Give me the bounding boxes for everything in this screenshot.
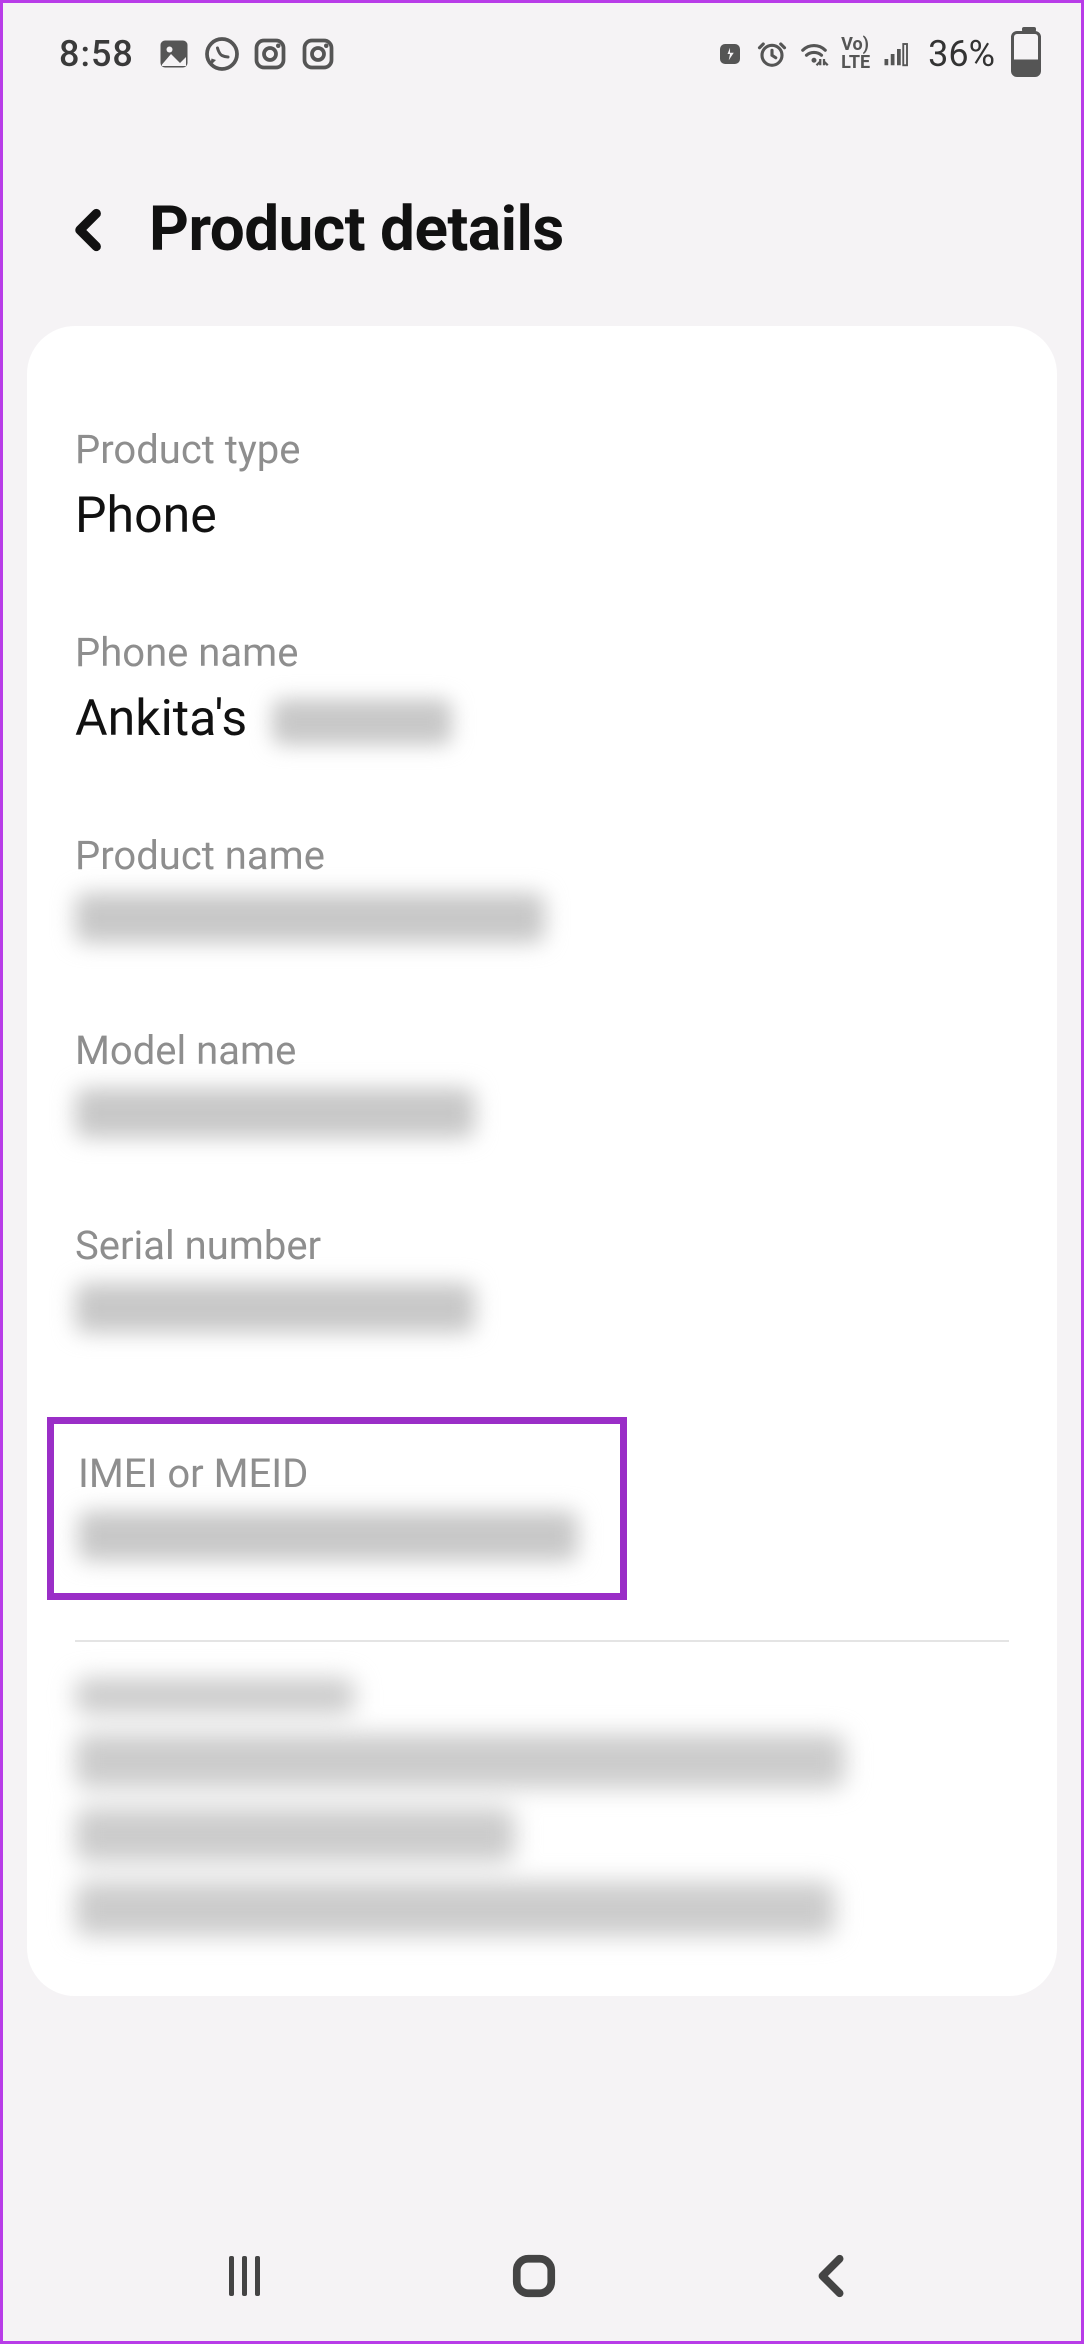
- divider: [75, 1640, 1009, 1642]
- back-icon[interactable]: [67, 208, 111, 252]
- row-product-name[interactable]: Product name: [75, 832, 1009, 1027]
- imei-highlight[interactable]: IMEI or MEID: [47, 1417, 627, 1600]
- value-product-type: Phone: [75, 487, 1009, 545]
- signal-icon: [882, 39, 912, 69]
- volte-icon: Vo)LTE: [841, 36, 870, 72]
- redacted-model-name: [75, 1088, 475, 1138]
- label-model-name: Model name: [75, 1027, 1009, 1074]
- status-right: Vo)LTE 36%: [715, 31, 1041, 77]
- value-phone-name-text: Ankita's: [75, 690, 247, 748]
- status-time: 8:58: [59, 33, 134, 75]
- battery-percent: 36%: [928, 33, 995, 75]
- row-model-name[interactable]: Model name: [75, 1027, 1009, 1222]
- nav-recents-icon[interactable]: [229, 2256, 260, 2296]
- label-imei: IMEI or MEID: [78, 1450, 596, 1497]
- whatsapp-icon: [204, 36, 240, 72]
- instagram-icon: [252, 36, 288, 72]
- specs-redacted: [75, 1678, 1009, 1936]
- redacted-product-name: [75, 893, 545, 943]
- nav-bar: [3, 2211, 1081, 2341]
- label-product-type: Product type: [75, 426, 1009, 473]
- row-phone-name[interactable]: Phone name Ankita's: [75, 629, 1009, 832]
- row-product-type[interactable]: Product type Phone: [75, 426, 1009, 629]
- instagram-icon: [300, 36, 336, 72]
- header: Product details: [3, 93, 1081, 326]
- nav-back-icon[interactable]: [809, 2253, 855, 2299]
- gallery-icon: [156, 36, 192, 72]
- label-phone-name: Phone name: [75, 629, 1009, 676]
- redacted-serial: [75, 1283, 475, 1333]
- details-card: Product type Phone Phone name Ankita's P…: [27, 326, 1057, 1996]
- focus-icon: [715, 39, 745, 69]
- page-title: Product details: [149, 193, 564, 266]
- status-bar: 8:58 Vo)LTE 36%: [3, 3, 1081, 93]
- alarm-icon: [757, 39, 787, 69]
- value-phone-name: Ankita's: [75, 690, 1009, 748]
- status-left: 8:58: [59, 33, 336, 75]
- redacted-imei: [78, 1511, 578, 1561]
- nav-home-icon[interactable]: [511, 2253, 557, 2299]
- battery-icon: [1011, 31, 1041, 77]
- redacted-phone-name: [272, 699, 452, 745]
- wifi-icon: [799, 39, 829, 69]
- label-serial: Serial number: [75, 1222, 1009, 1269]
- label-product-name: Product name: [75, 832, 1009, 879]
- row-serial[interactable]: Serial number: [75, 1222, 1009, 1417]
